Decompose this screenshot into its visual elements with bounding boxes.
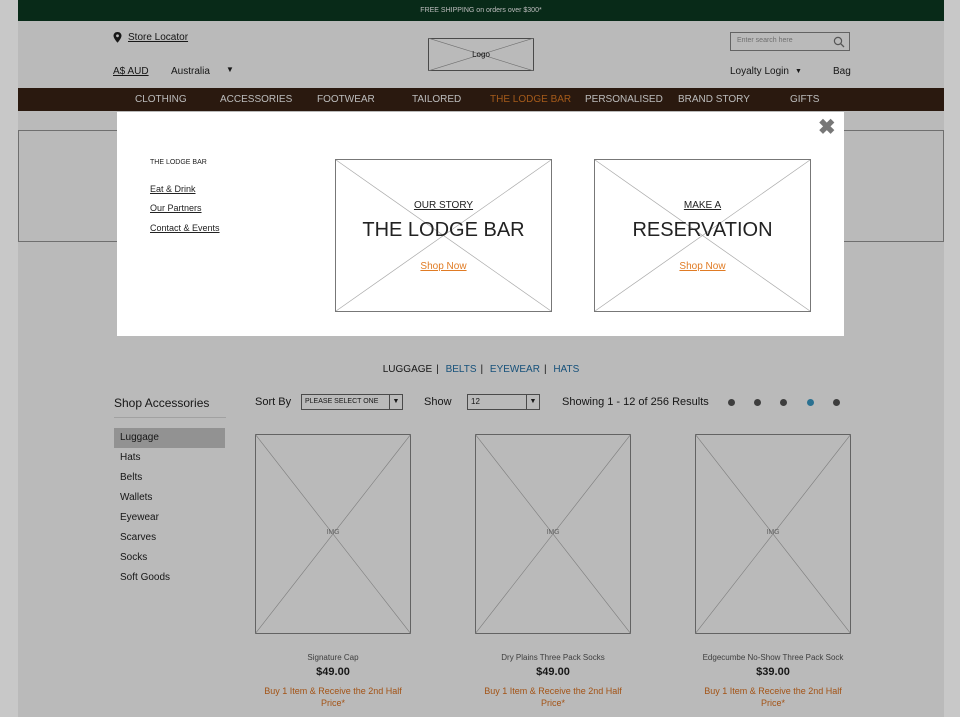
- modal-overlay[interactable]: [18, 0, 944, 717]
- card-title: RESERVATION: [632, 219, 773, 241]
- card-subtitle: OUR STORY: [413, 200, 474, 211]
- promo-card-our-story[interactable]: OUR STORY THE LODGE BAR Shop Now: [335, 159, 552, 312]
- page-frame: FREE SHIPPING on orders over $300* Store…: [18, 0, 944, 717]
- shop-now-link[interactable]: Shop Now: [336, 261, 551, 272]
- mega-menu-link-eat-drink[interactable]: Eat & Drink: [150, 184, 196, 194]
- mega-menu-link-our-partners[interactable]: Our Partners: [150, 203, 202, 213]
- mega-menu-link-contact-events[interactable]: Contact & Events: [150, 223, 220, 233]
- shop-now-link[interactable]: Shop Now: [595, 261, 810, 272]
- card-subtitle: MAKE A: [683, 200, 722, 211]
- card-title: THE LODGE BAR: [362, 219, 525, 241]
- promo-card-reservation[interactable]: MAKE A RESERVATION Shop Now: [594, 159, 811, 312]
- mega-menu-heading: THE LODGE BAR: [150, 159, 207, 166]
- close-icon[interactable]: ✖: [818, 117, 836, 138]
- lodge-bar-mega-menu: ✖ THE LODGE BAR Eat & Drink Our Partners…: [117, 112, 844, 336]
